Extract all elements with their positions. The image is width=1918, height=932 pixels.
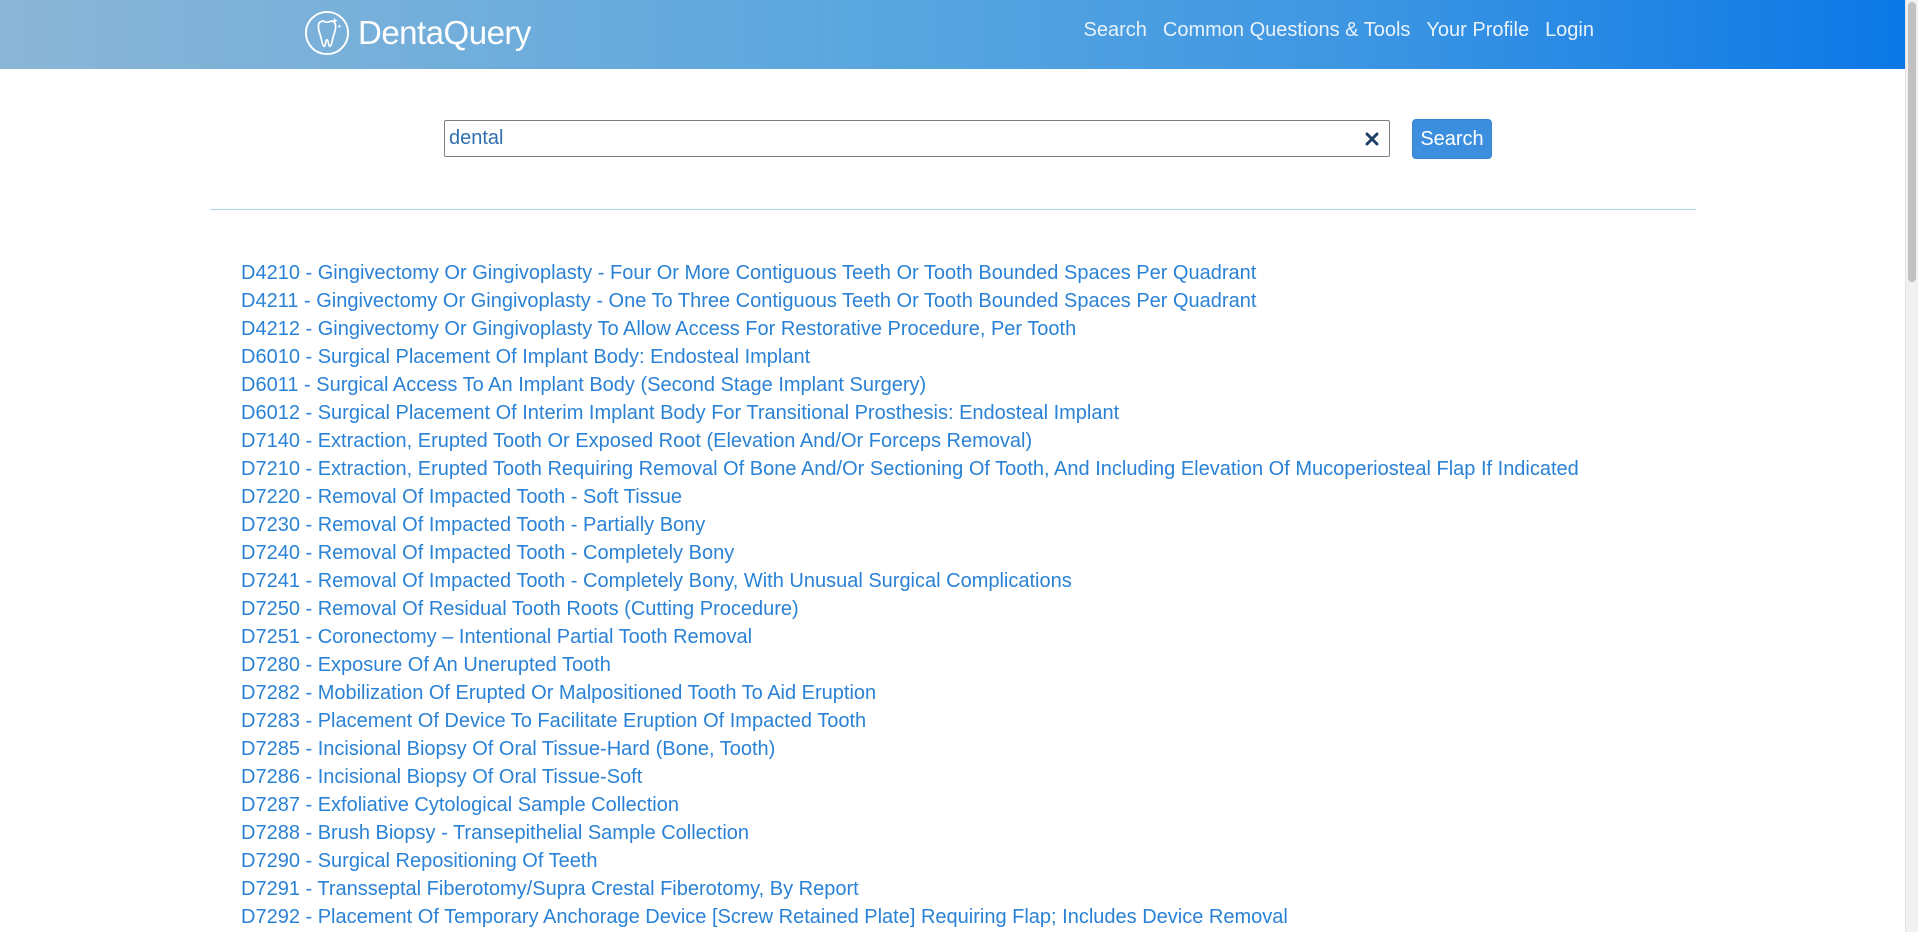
result-link[interactable]: D7251 - Coronectomy – Intentional Partia… (241, 626, 752, 648)
result-link[interactable]: D7285 - Incisional Biopsy Of Oral Tissue… (241, 738, 775, 760)
result-link[interactable]: D4212 - Gingivectomy Or Gingivoplasty To… (241, 318, 1076, 340)
top-navbar: DentaQuery Search Common Questions & Too… (0, 0, 1906, 69)
result-link[interactable]: D7288 - Brush Biopsy - Transepithelial S… (241, 822, 749, 844)
page-scrollbar[interactable] (1905, 0, 1918, 932)
result-item: D7287 - Exfoliative Cytological Sample C… (241, 791, 1579, 819)
result-link[interactable]: D7283 - Placement Of Device To Facilitat… (241, 710, 866, 732)
result-item: D7220 - Removal Of Impacted Tooth - Soft… (241, 483, 1579, 511)
clear-search-button[interactable] (1361, 128, 1383, 150)
result-link[interactable]: D7230 - Removal Of Impacted Tooth - Part… (241, 514, 705, 536)
result-item: D4210 - Gingivectomy Or Gingivoplasty - … (241, 259, 1579, 287)
result-item: D7286 - Incisional Biopsy Of Oral Tissue… (241, 763, 1579, 791)
close-icon (1365, 132, 1379, 146)
result-item: D7282 - Mobilization Of Erupted Or Malpo… (241, 679, 1579, 707)
result-link[interactable]: D7220 - Removal Of Impacted Tooth - Soft… (241, 486, 682, 508)
main-nav: Search Common Questions & Tools Your Pro… (1084, 19, 1595, 42)
result-item: D7250 - Removal Of Residual Tooth Roots … (241, 595, 1579, 623)
nav-login-link[interactable]: Login (1545, 19, 1594, 42)
nav-profile-link[interactable]: Your Profile (1426, 19, 1529, 42)
result-item: D7288 - Brush Biopsy - Transepithelial S… (241, 819, 1579, 847)
result-link[interactable]: D4211 - Gingivectomy Or Gingivoplasty - … (241, 290, 1256, 312)
nav-search-link[interactable]: Search (1084, 19, 1147, 42)
result-link[interactable]: D7286 - Incisional Biopsy Of Oral Tissue… (241, 766, 642, 788)
result-link[interactable]: D7240 - Removal Of Impacted Tooth - Comp… (241, 542, 734, 564)
result-link[interactable]: D7287 - Exfoliative Cytological Sample C… (241, 794, 679, 816)
result-item: D7240 - Removal Of Impacted Tooth - Comp… (241, 539, 1579, 567)
divider (210, 209, 1696, 210)
result-link[interactable]: D4210 - Gingivectomy Or Gingivoplasty - … (241, 262, 1256, 284)
result-link[interactable]: D7241 - Removal Of Impacted Tooth - Comp… (241, 570, 1072, 592)
results-list: D4210 - Gingivectomy Or Gingivoplasty - … (241, 259, 1579, 931)
result-link[interactable]: D7210 - Extraction, Erupted Tooth Requir… (241, 458, 1579, 480)
result-link[interactable]: D7290 - Surgical Repositioning Of Teeth (241, 850, 598, 872)
search-box (444, 120, 1390, 157)
result-item: D7292 - Placement Of Temporary Anchorage… (241, 903, 1579, 931)
result-link[interactable]: D7282 - Mobilization Of Erupted Or Malpo… (241, 682, 876, 704)
result-item: D7290 - Surgical Repositioning Of Teeth (241, 847, 1579, 875)
nav-common-questions-link[interactable]: Common Questions & Tools (1163, 19, 1411, 42)
result-item: D6010 - Surgical Placement Of Implant Bo… (241, 343, 1579, 371)
result-link[interactable]: D7291 - Transseptal Fiberotomy/Supra Cre… (241, 878, 859, 900)
result-link[interactable]: D6010 - Surgical Placement Of Implant Bo… (241, 346, 810, 368)
result-item: D7251 - Coronectomy – Intentional Partia… (241, 623, 1579, 651)
search-button[interactable]: Search (1412, 119, 1492, 159)
brand-name: DentaQuery (358, 14, 531, 51)
result-item: D7283 - Placement Of Device To Facilitat… (241, 707, 1579, 735)
result-item: D7291 - Transseptal Fiberotomy/Supra Cre… (241, 875, 1579, 903)
result-item: D6012 - Surgical Placement Of Interim Im… (241, 399, 1579, 427)
page: DentaQuery Search Common Questions & Too… (0, 0, 1918, 932)
result-link[interactable]: D7292 - Placement Of Temporary Anchorage… (241, 906, 1288, 928)
tooth-logo-icon (304, 10, 350, 56)
result-item: D7140 - Extraction, Erupted Tooth Or Exp… (241, 427, 1579, 455)
result-link[interactable]: D7280 - Exposure Of An Unerupted Tooth (241, 654, 611, 676)
scrollbar-thumb[interactable] (1908, 2, 1916, 282)
result-item: D7230 - Removal Of Impacted Tooth - Part… (241, 511, 1579, 539)
brand-home-link[interactable]: DentaQuery (304, 9, 531, 57)
result-link[interactable]: D7250 - Removal Of Residual Tooth Roots … (241, 598, 799, 620)
result-link[interactable]: D7140 - Extraction, Erupted Tooth Or Exp… (241, 430, 1032, 452)
result-item: D7280 - Exposure Of An Unerupted Tooth (241, 651, 1579, 679)
search-input[interactable] (445, 121, 1353, 156)
result-item: D7210 - Extraction, Erupted Tooth Requir… (241, 455, 1579, 483)
result-link[interactable]: D6012 - Surgical Placement Of Interim Im… (241, 402, 1119, 424)
result-item: D7241 - Removal Of Impacted Tooth - Comp… (241, 567, 1579, 595)
result-item: D7285 - Incisional Biopsy Of Oral Tissue… (241, 735, 1579, 763)
result-item: D4211 - Gingivectomy Or Gingivoplasty - … (241, 287, 1579, 315)
result-link[interactable]: D6011 - Surgical Access To An Implant Bo… (241, 374, 926, 396)
result-item: D6011 - Surgical Access To An Implant Bo… (241, 371, 1579, 399)
result-item: D4212 - Gingivectomy Or Gingivoplasty To… (241, 315, 1579, 343)
